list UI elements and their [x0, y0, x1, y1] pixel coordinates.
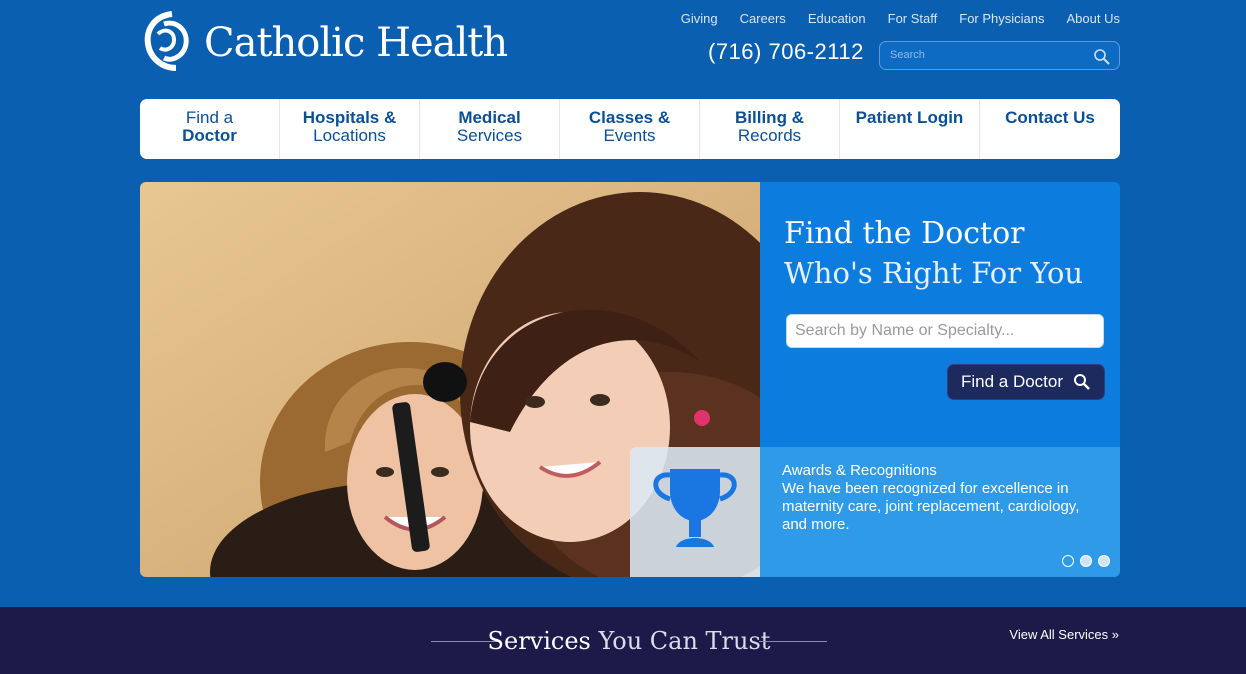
- view-all-services-link[interactable]: View All Services »: [1009, 627, 1119, 642]
- nav-label-line2: Services: [456, 126, 523, 145]
- search-icon[interactable]: [1093, 48, 1111, 66]
- find-a-doctor-button-label: Find a Doctor: [960, 372, 1064, 391]
- util-link-for-staff[interactable]: For Staff: [888, 11, 938, 26]
- search-icon: [1074, 374, 1090, 390]
- carousel-dots: [1062, 555, 1110, 567]
- nav-label-line2: Records: [737, 126, 802, 145]
- hero-carousel: Find the Doctor Who's Right For You Find…: [140, 182, 1120, 577]
- nav-label-line1: Contact Us: [1005, 108, 1095, 127]
- carousel-dot-1[interactable]: [1062, 555, 1074, 567]
- nav-label-line1: Patient Login: [855, 108, 964, 127]
- find-a-doctor-button[interactable]: Find a Doctor: [947, 364, 1105, 400]
- nav-label-line2: Doctor: [182, 126, 237, 145]
- nav-label-line2: Locations: [313, 126, 386, 145]
- logo[interactable]: Catholic Health: [142, 10, 508, 74]
- site-search: [879, 41, 1120, 70]
- awards-panel: Awards & Recognitions We have been recog…: [760, 447, 1120, 577]
- nav-medical-services[interactable]: Medical Services: [420, 99, 560, 159]
- utility-nav: Giving Careers Education For Staff For P…: [681, 11, 1120, 26]
- nav-label-line2: Events: [603, 126, 656, 145]
- util-link-education[interactable]: Education: [808, 11, 866, 26]
- nav-label-line1: Classes &: [588, 108, 671, 127]
- util-link-careers[interactable]: Careers: [740, 11, 786, 26]
- find-doctor-subtitle: Who's Right For You: [784, 256, 1084, 290]
- services-title-bold: Services: [487, 627, 591, 655]
- nav-label-line1: Hospitals &: [302, 108, 397, 127]
- nav-patient-login[interactable]: Patient Login: [840, 99, 980, 159]
- doctor-search-input[interactable]: [786, 314, 1104, 348]
- trophy-icon: [653, 469, 737, 547]
- nav-classes-events[interactable]: Classes & Events: [560, 99, 700, 159]
- main-nav: Find a Doctor Hospitals & Locations Medi…: [140, 99, 1120, 159]
- find-doctor-title: Find the Doctor: [784, 216, 1025, 251]
- logo-mark-icon: [144, 11, 189, 71]
- nav-label-line1: Find a: [185, 108, 234, 127]
- util-link-for-physicians[interactable]: For Physicians: [959, 11, 1044, 26]
- divider-line: [759, 641, 827, 642]
- nav-find-a-doctor[interactable]: Find a Doctor: [140, 99, 280, 159]
- services-title-light: You Can Trust: [590, 627, 771, 655]
- nav-contact-us[interactable]: Contact Us: [980, 99, 1120, 159]
- nav-hospitals-locations[interactable]: Hospitals & Locations: [280, 99, 420, 159]
- carousel-dot-2[interactable]: [1080, 555, 1092, 567]
- awards-thumbnail[interactable]: [630, 447, 760, 577]
- phone-number: (716) 706-2112: [708, 39, 864, 64]
- logo-text: Catholic Health: [204, 20, 508, 66]
- nav-label-line1: Billing &: [735, 108, 804, 127]
- carousel-dot-3[interactable]: [1098, 555, 1110, 567]
- site-search-input[interactable]: [880, 42, 1080, 68]
- awards-text: We have been recognized for excellence i…: [782, 480, 1080, 533]
- util-link-giving[interactable]: Giving: [681, 11, 718, 26]
- util-link-about-us[interactable]: About Us: [1067, 11, 1120, 26]
- find-doctor-panel: Find the Doctor Who's Right For You Find…: [760, 182, 1120, 447]
- awards-title: Awards & Recognitions: [782, 462, 937, 479]
- services-band: Services You Can Trust View All Services…: [0, 607, 1246, 674]
- nav-billing-records[interactable]: Billing & Records: [700, 99, 840, 159]
- nav-label-line1: Medical: [458, 108, 521, 127]
